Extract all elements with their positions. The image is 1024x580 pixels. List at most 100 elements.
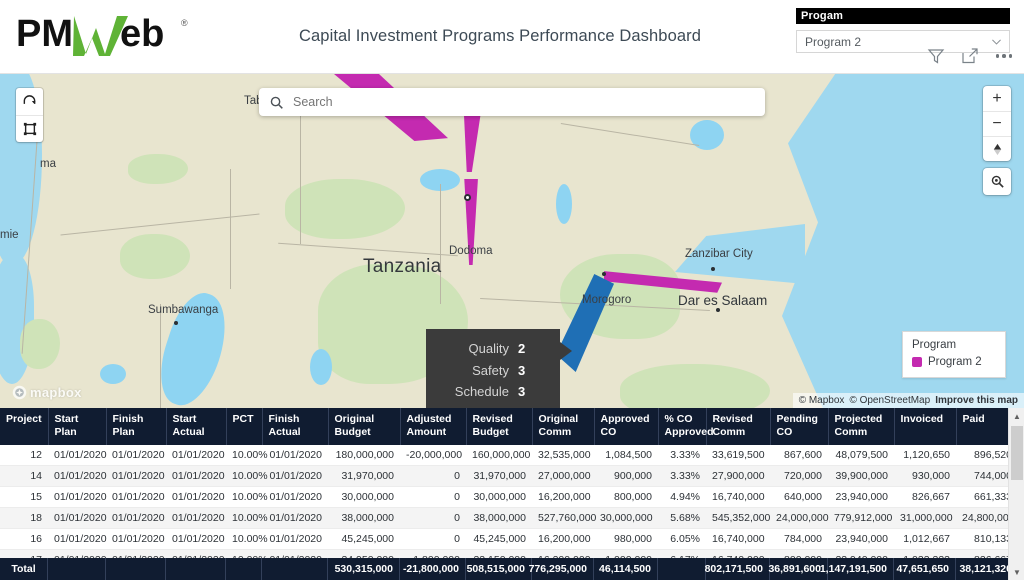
map-border-5 bbox=[440, 184, 441, 304]
cell-adjusted-amount: 0 bbox=[400, 529, 466, 550]
cell-finish-plan: 01/01/2020 bbox=[106, 466, 166, 487]
filter-icon[interactable] bbox=[926, 46, 946, 66]
total-revised-budget: 508,515,000 bbox=[466, 558, 532, 580]
cell-adjusted-amount: 0 bbox=[400, 487, 466, 508]
cell-pct: 10.00% bbox=[226, 529, 262, 550]
col-pct-co-approved[interactable]: % CO Approved bbox=[658, 408, 706, 445]
cell-revised-comm: 27,900,000 bbox=[706, 466, 770, 487]
cell-start-plan: 01/01/2020 bbox=[48, 466, 106, 487]
total-start-plan bbox=[48, 558, 106, 580]
more-options-icon[interactable] bbox=[994, 54, 1015, 58]
col-pct[interactable]: PCT bbox=[226, 408, 262, 445]
map-label-clipped-mie: mie bbox=[0, 229, 19, 241]
map-attribution: © Mapbox © OpenStreetMap Improve this ma… bbox=[793, 393, 1024, 408]
col-pending-co[interactable]: Pending CO bbox=[770, 408, 828, 445]
scrollbar-thumb[interactable] bbox=[1011, 426, 1023, 480]
cell-start-plan: 01/01/2020 bbox=[48, 487, 106, 508]
cell-invoiced: 826,667 bbox=[894, 487, 956, 508]
map-zoom-controls: + − bbox=[983, 86, 1011, 161]
page-title: Capital Investment Programs Performance … bbox=[280, 27, 720, 46]
scroll-up-arrow[interactable]: ▲ bbox=[1009, 408, 1024, 424]
map-draw-tools bbox=[16, 88, 43, 142]
attribution-improve-link[interactable]: Improve this map bbox=[935, 395, 1018, 406]
cell-original-comm: 16,200,000 bbox=[532, 529, 594, 550]
app-header: PM eb ® Capital Investment Programs Perf… bbox=[0, 0, 1024, 74]
col-approved-co[interactable]: Approved CO bbox=[594, 408, 658, 445]
map-border-7 bbox=[160, 304, 161, 408]
cell-start-actual: 01/01/2020 bbox=[166, 487, 226, 508]
cell-finish-plan: 01/01/2020 bbox=[106, 487, 166, 508]
search-input[interactable] bbox=[293, 95, 755, 109]
col-start-plan[interactable]: Start Plan bbox=[48, 408, 106, 445]
col-invoiced[interactable]: Invoiced bbox=[894, 408, 956, 445]
cell-finish-actual: 01/01/2020 bbox=[262, 487, 328, 508]
map-label-dar-es-salaam: Dar es Salaam bbox=[678, 293, 767, 308]
total-original-budget: 530,315,000 bbox=[328, 558, 400, 580]
compass-icon[interactable] bbox=[983, 136, 1011, 161]
total-revised-comm: 802,171,500 bbox=[706, 558, 770, 580]
map-lake-small-5 bbox=[690, 120, 724, 150]
export-icon[interactable] bbox=[960, 46, 980, 66]
cell-original-comm: 32,535,000 bbox=[532, 445, 594, 466]
attribution-mapbox[interactable]: © Mapbox bbox=[799, 395, 845, 406]
map-park-region-6 bbox=[620, 364, 770, 408]
cell-approved-co: 900,000 bbox=[594, 466, 658, 487]
scroll-down-arrow[interactable]: ▼ bbox=[1009, 564, 1024, 580]
total-pct bbox=[226, 558, 262, 580]
zoom-out-button[interactable]: − bbox=[983, 111, 1011, 136]
col-original-comm[interactable]: Original Comm bbox=[532, 408, 594, 445]
table-row[interactable]: 18 01/01/2020 01/01/2020 01/01/2020 10.0… bbox=[0, 508, 1018, 529]
map-label-dodoma: Dodoma bbox=[449, 245, 492, 257]
cell-pct: 10.00% bbox=[226, 466, 262, 487]
map-legend: Program Program 2 bbox=[902, 331, 1006, 378]
legend-item[interactable]: Program 2 bbox=[912, 356, 996, 368]
mapbox-watermark[interactable]: mapbox bbox=[12, 385, 82, 400]
col-projected-comm[interactable]: Projected Comm bbox=[828, 408, 894, 445]
total-label: Total bbox=[0, 558, 48, 580]
cell-start-plan: 01/01/2020 bbox=[48, 508, 106, 529]
map-lake-small-4 bbox=[556, 184, 572, 224]
tooltip-key: Safety bbox=[436, 363, 518, 378]
map-tooltip: Quality 2 Safety 3 Schedule 3 Overall 2.… bbox=[426, 329, 560, 408]
projects-table[interactable]: Project Start Plan Finish Plan Start Act… bbox=[0, 408, 1024, 580]
cell-pending-co: 640,000 bbox=[770, 487, 828, 508]
col-finish-actual[interactable]: Finish Actual bbox=[262, 408, 328, 445]
table-total-row: Total 530,315,000 -21,800,000 508,515,00… bbox=[0, 558, 1024, 580]
rectangle-select-icon[interactable] bbox=[16, 115, 43, 142]
table-row[interactable]: 15 01/01/2020 01/01/2020 01/01/2020 10.0… bbox=[0, 487, 1018, 508]
table-scrollbar[interactable]: ▲ ▼ bbox=[1008, 408, 1024, 580]
geolocate-icon[interactable] bbox=[983, 168, 1011, 195]
col-adjusted-amount[interactable]: Adjusted Amount bbox=[400, 408, 466, 445]
cell-pending-co: 720,000 bbox=[770, 466, 828, 487]
polygon-draw-icon[interactable] bbox=[16, 88, 43, 115]
table-row[interactable]: 16 01/01/2020 01/01/2020 01/01/2020 10.0… bbox=[0, 529, 1018, 550]
zoom-in-button[interactable]: + bbox=[983, 86, 1011, 111]
attribution-osm[interactable]: © OpenStreetMap bbox=[849, 395, 930, 406]
cell-invoiced: 930,000 bbox=[894, 466, 956, 487]
map-border-2 bbox=[230, 169, 231, 289]
cell-start-actual: 01/01/2020 bbox=[166, 466, 226, 487]
col-project[interactable]: Project bbox=[0, 408, 48, 445]
cell-start-plan: 01/01/2020 bbox=[48, 529, 106, 550]
col-revised-budget[interactable]: Revised Budget bbox=[466, 408, 532, 445]
col-revised-comm[interactable]: Revised Comm bbox=[706, 408, 770, 445]
map-canvas[interactable]: Tanzania Dodoma Sumbawanga Mbeya Morogor… bbox=[0, 74, 1024, 408]
map-dot-zanzibar bbox=[711, 267, 715, 271]
svg-text:®: ® bbox=[181, 18, 188, 28]
map-label-morogoro: Morogoro bbox=[582, 294, 631, 306]
cell-project: 16 bbox=[0, 529, 48, 550]
cell-revised-comm: 545,352,000 bbox=[706, 508, 770, 529]
pmweb-logo: PM eb ® bbox=[16, 12, 216, 58]
cell-revised-comm: 16,740,000 bbox=[706, 529, 770, 550]
search-icon bbox=[269, 95, 284, 110]
map-search-bar[interactable] bbox=[259, 88, 765, 116]
col-finish-plan[interactable]: Finish Plan bbox=[106, 408, 166, 445]
col-original-budget[interactable]: Original Budget bbox=[328, 408, 400, 445]
table-row[interactable]: 12 01/01/2020 01/01/2020 01/01/2020 10.0… bbox=[0, 445, 1018, 466]
cell-approved-co: 30,000,000 bbox=[594, 508, 658, 529]
cell-projected-comm: 779,912,000 bbox=[828, 508, 894, 529]
col-start-actual[interactable]: Start Actual bbox=[166, 408, 226, 445]
map-label-sumbawanga: Sumbawanga bbox=[148, 304, 218, 316]
cell-original-comm: 16,200,000 bbox=[532, 487, 594, 508]
table-row[interactable]: 14 01/01/2020 01/01/2020 01/01/2020 10.0… bbox=[0, 466, 1018, 487]
